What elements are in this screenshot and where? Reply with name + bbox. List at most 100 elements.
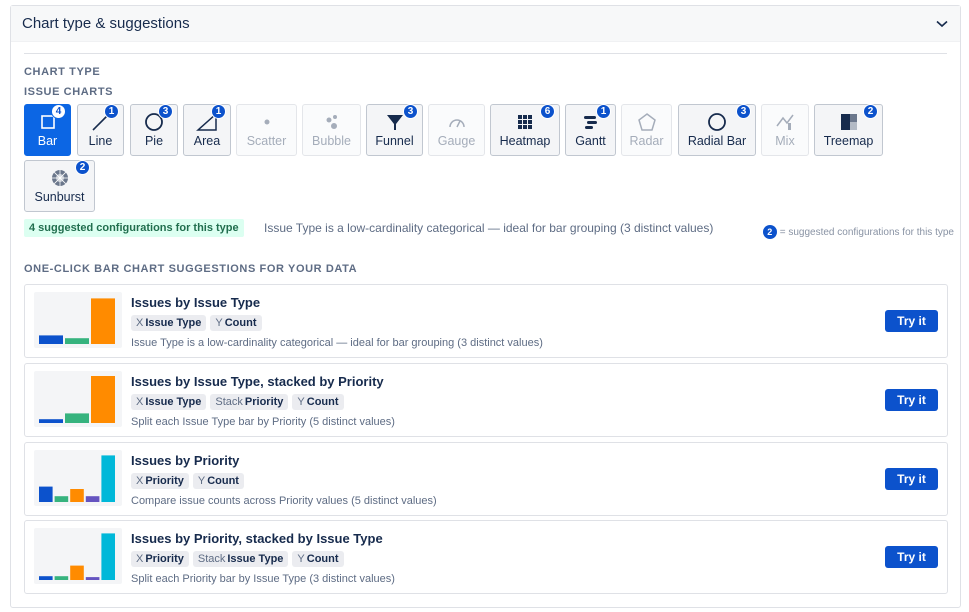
chart-type-gantt[interactable]: Gantt 1 (565, 104, 616, 156)
try-it-button[interactable]: Try it (885, 310, 938, 332)
suggestion-title: Issues by Issue Type, stacked by Priorit… (131, 374, 384, 389)
config-chip: Y Count (292, 394, 344, 410)
chart-type-mix: Mix (761, 104, 809, 156)
thumbnail-bar (39, 419, 63, 423)
chart-type-label: Mix (775, 134, 795, 148)
panel-title: Chart type & suggestions (22, 15, 190, 32)
sunburst-icon (49, 168, 71, 188)
chevron-down-icon[interactable] (934, 16, 950, 32)
thumbnail-bar (39, 486, 53, 502)
config-chip: Y Count (292, 551, 344, 567)
thumbnail-bar (65, 338, 89, 344)
suggestion-thumbnail (34, 292, 122, 348)
chart-type-bar[interactable]: Bar 4 (24, 104, 71, 156)
chart-type-area[interactable]: Area 1 (183, 104, 231, 156)
chip-value: Issue Type (227, 553, 284, 565)
suggestion-description: Compare issue counts across Priority val… (131, 495, 437, 507)
legend-badge: 2 (762, 225, 777, 239)
chart-type-panel: Chart type & suggestions CHART TYPE ISSU… (10, 5, 961, 608)
chart-type-label: Gantt (575, 134, 606, 148)
suggestion-description: Split each Issue Type bar by Priority (5… (131, 416, 395, 428)
thumbnail-bar (91, 298, 115, 344)
chart-type-pie[interactable]: Pie 3 (130, 104, 178, 156)
issue-charts-label: ISSUE CHARTS (24, 86, 114, 98)
chip-key: Y (297, 553, 305, 565)
chart-type-gauge: Gauge (428, 104, 485, 156)
suggestion-description: Split each Priority bar by Issue Type (3… (131, 573, 395, 585)
config-chip: Stack Issue Type (192, 551, 289, 567)
suggestion-count-badge: 4 (51, 104, 66, 119)
chip-key: X (136, 553, 144, 565)
chip-key: Y (297, 396, 305, 408)
chart-type-label: Bar (37, 134, 58, 148)
chart-type-label: Funnel (375, 134, 414, 148)
chip-key: X (136, 396, 144, 408)
suggestion-chips: X Issue Type Y Count (131, 315, 262, 331)
chip-key: X (136, 475, 144, 487)
badge-legend: 2 = suggested configurations for this ty… (762, 225, 954, 239)
chart-type-funnel[interactable]: Funnel 3 (366, 104, 423, 156)
try-it-button[interactable]: Try it (885, 389, 938, 411)
config-chip: Y Count (192, 473, 244, 489)
chart-type-label: Treemap (823, 134, 874, 148)
chip-value: Priority (145, 475, 184, 487)
chart-type-scatter: Scatter (236, 104, 297, 156)
config-chip: X Priority (131, 473, 189, 489)
chip-value: Priority (244, 396, 284, 408)
funnel-icon (384, 112, 406, 132)
suggestion-card: Issues by Priority X Priority Y Count Compare… (24, 442, 948, 516)
treemap-icon (838, 112, 860, 132)
chart-type-label: Sunburst (34, 190, 85, 204)
thumbnail-bar (85, 496, 100, 502)
suggestion-thumbnail (34, 528, 122, 584)
chip-value: Count (306, 396, 339, 408)
suggestion-description: Issue Type is a low-cardinality categori… (131, 337, 543, 349)
suggested-count-pill: 4 suggested configurations for this type (24, 219, 244, 237)
chart-type-line[interactable]: Line 1 (77, 104, 124, 156)
thumbnail-bar (85, 577, 100, 580)
suggestion-count-badge: 6 (540, 104, 555, 119)
chart-type-radial-bar[interactable]: Radial Bar 3 (678, 104, 756, 156)
chart-type-treemap[interactable]: Treemap 2 (814, 104, 883, 156)
thumbnail-bar (70, 565, 84, 580)
chart-type-label: Pie (144, 134, 164, 148)
chip-key: Y (197, 475, 206, 487)
suggestion-count-badge: 3 (158, 104, 173, 119)
chart-type-label: Line (88, 134, 113, 148)
panel-header[interactable]: Chart type & suggestions (11, 6, 960, 42)
gauge-icon (446, 112, 468, 132)
suggestion-thumbnail (34, 450, 122, 506)
chart-type-heatmap[interactable]: Heatmap 6 (490, 104, 560, 156)
chart-type-sunburst[interactable]: Sunburst 2 (24, 160, 95, 212)
chart-type-label: CHART TYPE (24, 66, 101, 78)
config-chip: X Issue Type (131, 394, 207, 410)
chip-key: Y (215, 317, 223, 329)
chart-type-label: Scatter (246, 134, 287, 148)
heatmap-icon (514, 112, 536, 132)
config-chip: X Issue Type (131, 315, 207, 331)
type-description: Issue Type is a low-cardinality categori… (264, 221, 714, 235)
suggestion-title: Issues by Issue Type (131, 295, 261, 310)
suggestion-chips: X Issue Type Stack Priority Y Count (131, 394, 344, 410)
suggestion-count-badge: 3 (403, 104, 418, 119)
bubble-icon (321, 112, 343, 132)
chip-value: Count (306, 553, 339, 565)
config-chip: X Priority (131, 551, 189, 567)
chip-value: Count (224, 317, 257, 329)
suggestion-chips: X Priority Y Count (131, 473, 244, 489)
suggestion-chips: X Priority Stack Issue Type Y Count (131, 551, 344, 567)
suggestion-count-badge: 1 (104, 104, 119, 119)
chart-type-radar: Radar (621, 104, 672, 156)
suggestion-count-badge: 3 (736, 104, 751, 119)
try-it-button[interactable]: Try it (885, 468, 938, 490)
suggestion-card: Issues by Priority, stacked by Issue Typ… (24, 520, 948, 594)
suggestion-title: Issues by Priority (131, 453, 240, 468)
type-info-row: 4 suggested configurations for this type… (24, 219, 954, 255)
thumbnail-bar (70, 489, 84, 502)
suggestions-label: ONE-CLICK BAR CHART SUGGESTIONS FOR YOUR… (24, 263, 358, 275)
divider (24, 53, 947, 54)
thumbnail-bar (101, 533, 115, 580)
try-it-button[interactable]: Try it (885, 546, 938, 568)
chart-type-label: Radar (629, 134, 664, 148)
chip-key: X (136, 317, 144, 329)
